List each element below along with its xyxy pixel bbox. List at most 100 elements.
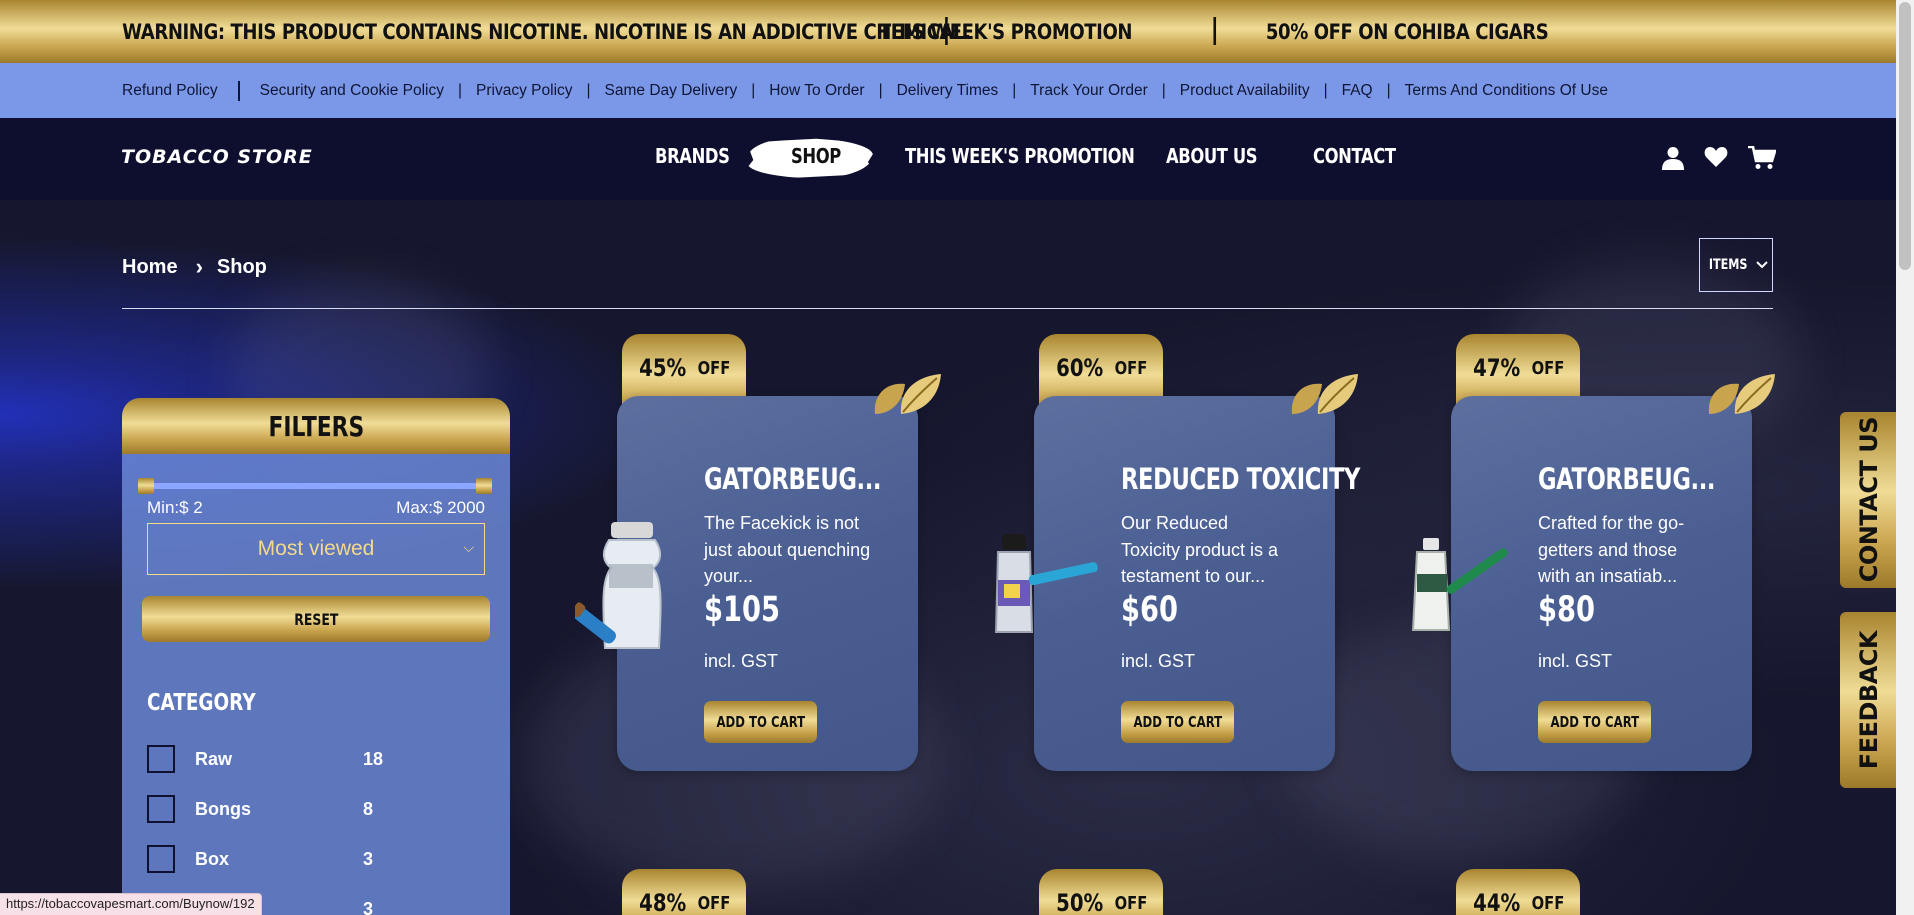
items-per-page-select[interactable]: ITEMS [1699,238,1773,292]
warning-bar: WARNING: THIS PRODUCT CONTAINS NICOTINE.… [0,0,1897,63]
category-count: 8 [363,798,374,819]
product-gst-note: incl. GST [1121,651,1196,671]
promo-offer[interactable]: 50% OFF ON COHIBA CIGARS [1266,20,1549,44]
contact-us-label: CONTACT US [1855,417,1883,583]
category-item: Bongs 8 [147,794,487,824]
divider [1213,17,1217,45]
category-name[interactable]: Box [195,849,363,870]
product-card: 47% OFF GATORBEUG... Crafted for the go-… [1411,334,1791,784]
link-track-order[interactable]: Track Your Order [1030,82,1147,100]
nav-shop[interactable]: SHOP [791,144,841,168]
add-to-cart-label: ADD TO CART [1133,713,1222,731]
leaf-icon [1291,374,1358,414]
product-title[interactable]: REDUCED TOXICITY [1121,462,1360,496]
scrollbar-thumb[interactable] [1899,2,1911,270]
add-to-cart-label: ADD TO CART [716,713,805,731]
price-slider-min-handle[interactable] [138,478,154,494]
main-nav: TOBACCO STORE BRANDS SHOP THIS WEEK'S PR… [0,118,1896,200]
page-scrollbar[interactable] [1896,0,1914,915]
price-slider-track[interactable] [140,483,492,489]
link-privacy-policy[interactable]: Privacy Policy [476,82,572,100]
add-to-cart-button[interactable]: ADD TO CART [1538,701,1651,743]
product-description: Crafted for the go-getters and those wit… [1538,513,1685,586]
divider: | [878,81,883,99]
link-how-to-order[interactable]: How To Order [769,82,864,100]
top-links-bar: Refund Policy Security and Cookie Policy… [0,63,1896,118]
product-description: The Facekick is not just about quenching… [704,513,871,586]
link-security-cookie-policy[interactable]: Security and Cookie Policy [260,82,444,100]
category-checkbox[interactable] [147,795,175,823]
product-gst-note: incl. GST [1538,651,1613,671]
category-checkbox[interactable] [147,845,175,873]
product-title[interactable]: GATORBEUG... [704,462,882,496]
breadcrumb-home[interactable]: Home [122,256,178,279]
product-image[interactable] [990,532,1100,642]
price-max-label: Max:$ 2000 [396,498,485,517]
product-title[interactable]: GATORBEUG... [1538,462,1716,496]
category-item: Raw 18 [147,744,487,774]
link-faq[interactable]: FAQ [1342,82,1373,100]
divider: | [1323,81,1328,99]
product-image[interactable] [575,518,675,654]
filters-panel: FILTERS Min:$ 2 Max:$ 2000 Most viewed ⌵… [122,398,510,915]
user-icon[interactable] [1662,146,1684,170]
price-slider-max-handle[interactable] [476,478,492,494]
promo-title[interactable]: THIS WEEK'S PROMOTION [879,20,1133,44]
link-terms-conditions[interactable]: Terms And Conditions Of Use [1405,82,1608,100]
product-card: 45% OFF GATORBEUG... The Facekick is not… [575,334,957,784]
product-description: Our Reduced Toxicity product is a testam… [1121,513,1279,586]
product-price: $105 [704,590,780,630]
category-name[interactable]: Bongs [195,799,363,820]
items-select-label: ITEMS [1708,257,1748,273]
sort-select[interactable]: Most viewed ⌵ [147,523,485,575]
link-same-day-delivery[interactable]: Same Day Delivery [605,82,738,100]
divider: | [458,81,463,99]
divider [237,80,240,101]
heart-icon[interactable] [1704,146,1728,168]
product-image[interactable] [1409,538,1519,634]
feedback-tab[interactable]: FEEDBACK [1840,612,1898,788]
discount-tab: 48% OFF [622,869,746,915]
divider: | [751,81,756,99]
category-title: CATEGORY [147,690,256,716]
filters-header: FILTERS [122,398,510,454]
discount-tab: 44% OFF [1456,869,1580,915]
category-checkbox[interactable] [147,745,175,773]
divider: | [1161,81,1166,99]
discount-value: 44% [1473,889,1521,915]
product-price: $80 [1538,590,1595,630]
sort-select-value: Most viewed [257,537,375,560]
link-refund-policy[interactable]: Refund Policy [122,82,218,100]
divider: | [1012,81,1017,99]
contact-us-tab[interactable]: CONTACT US [1840,412,1898,588]
category-item: Box 3 [147,844,487,874]
chevron-right-icon: › [195,254,203,279]
link-delivery-times[interactable]: Delivery Times [897,82,999,100]
discount-suffix: OFF [1114,893,1148,914]
nav-contact[interactable]: CONTACT [1313,144,1396,168]
nav-about-us[interactable]: ABOUT US [1166,144,1258,168]
breadcrumb-current: Shop [216,255,267,278]
status-bar-url: https://tobaccovapesmart.com/Buynow/192 [0,893,262,915]
nicotine-warning: WARNING: THIS PRODUCT CONTAINS NICOTINE.… [122,19,971,44]
add-to-cart-button[interactable]: ADD TO CART [704,701,817,743]
filters-title: FILTERS [268,409,364,443]
nav-weekly-promotion[interactable]: THIS WEEK'S PROMOTION [905,144,1135,168]
divider: | [1386,81,1391,99]
add-to-cart-button[interactable]: ADD TO CART [1121,701,1234,743]
discount-value: 48% [639,889,687,915]
feedback-label: FEEDBACK [1855,630,1883,770]
reset-button[interactable]: RESET [142,596,490,642]
discount-tab: 50% OFF [1039,869,1163,915]
cart-icon[interactable] [1748,146,1776,170]
reset-button-label: RESET [293,609,339,629]
chevron-down-icon: ⌵ [463,539,474,555]
product-gst-note: incl. GST [704,651,779,671]
link-product-availability[interactable]: Product Availability [1180,82,1310,100]
site-logo[interactable]: TOBACCO STORE [121,146,313,168]
chevron-down-icon [1756,261,1768,269]
nav-brands[interactable]: BRANDS [655,144,730,168]
category-name[interactable]: Raw [195,749,363,770]
discount-suffix: OFF [697,893,731,914]
category-count: 3 [363,848,374,869]
